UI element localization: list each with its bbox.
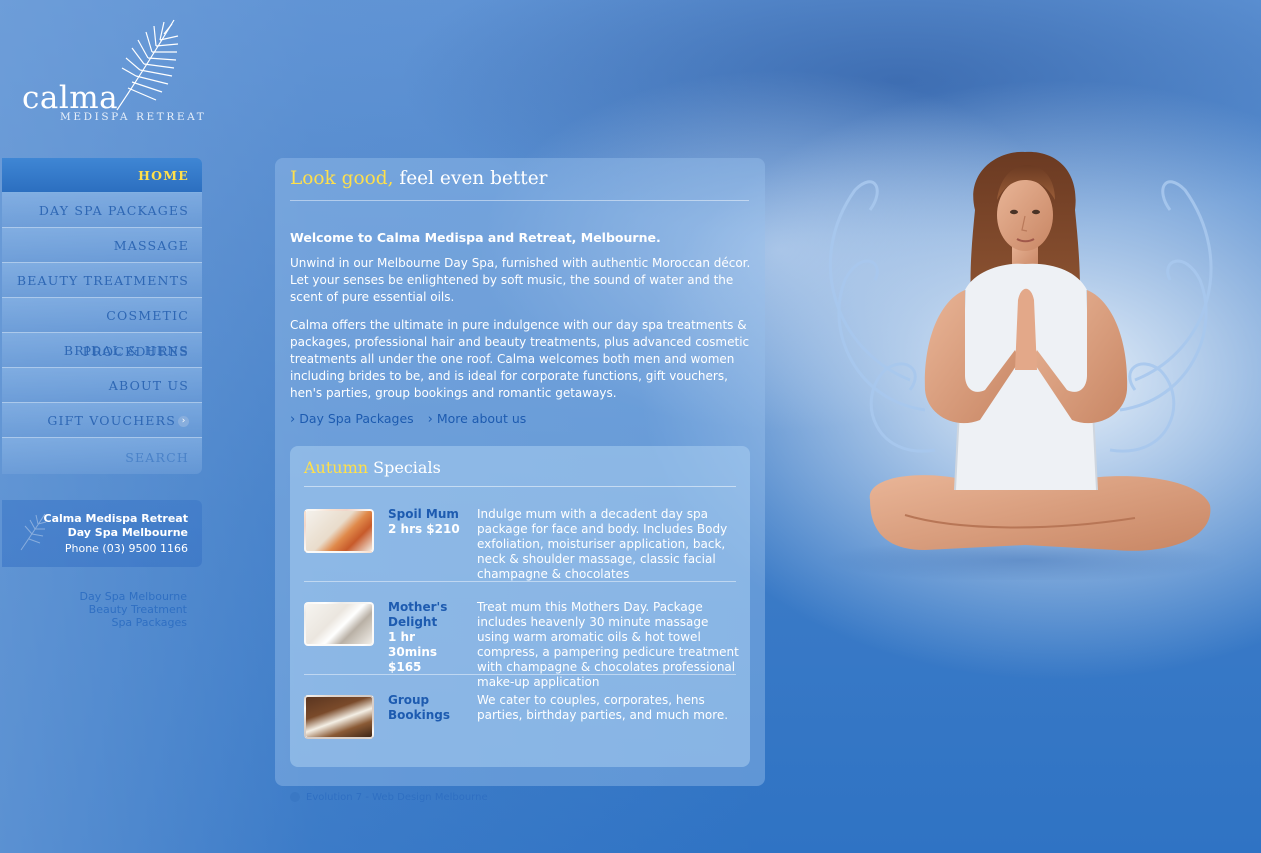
seo-link-beauty[interactable]: Beauty Treatment <box>2 603 187 616</box>
specials-title-highlight: Autumn <box>304 458 369 477</box>
nav-home[interactable]: HOME <box>2 158 202 193</box>
special-description: Treat mum this Mothers Day. Package incl… <box>477 600 739 689</box>
special-description: Indulge mum with a decadent day spa pack… <box>477 507 728 581</box>
special-thumbnail[interactable] <box>304 695 374 739</box>
special-thumbnail[interactable] <box>304 509 374 553</box>
content-panel: Look good, feel even better Welcome to C… <box>275 158 765 786</box>
evolution7-logo-icon <box>290 792 300 802</box>
divider <box>304 486 736 487</box>
page-title: Look good, feel even better <box>290 168 548 189</box>
day-spa-packages-link-label: Day Spa Packages <box>299 411 414 426</box>
nav-search[interactable]: SEARCH <box>2 438 202 474</box>
special-price: 1 hr 30mins $165 <box>388 630 438 674</box>
special-name[interactable]: Spoil Mum 2 hrs $210 <box>388 507 468 537</box>
footer-credit-label: Evolution 7 - Web Design Melbourne <box>306 792 488 803</box>
specials-title-rest: Specials <box>368 458 441 477</box>
leaf-icon <box>116 19 179 111</box>
divider <box>304 581 736 582</box>
more-about-us-link[interactable]: › More about us <box>427 411 527 427</box>
special-price: 2 hrs $210 <box>388 522 460 536</box>
title-rest: feel even better <box>393 168 548 189</box>
divider <box>304 674 736 675</box>
welcome-heading: Welcome to Calma Medispa and Retreat, Me… <box>290 230 661 245</box>
nav-bridal-hens[interactable]: BRIDAL & HENS <box>2 333 202 368</box>
special-name-label: Spoil Mum <box>388 507 459 521</box>
special-name-label: Mother's Delight <box>388 600 448 629</box>
offer-paragraph: Calma offers the ultimate in pure indulg… <box>290 318 750 400</box>
nav-gift-vouchers[interactable]: GIFT VOUCHERS › <box>2 403 202 438</box>
leaf-icon <box>20 513 47 551</box>
specials-title: Autumn Specials <box>304 458 441 477</box>
special-description: We cater to couples, corporates, hens pa… <box>477 693 729 722</box>
nav-beauty-treatments[interactable]: BEAUTY TREATMENTS <box>2 263 202 298</box>
nav-massage[interactable]: MASSAGE <box>2 228 202 263</box>
footer-credit[interactable]: Evolution 7 - Web Design Melbourne <box>290 792 488 803</box>
special-name[interactable]: Group Bookings <box>388 693 468 723</box>
divider <box>290 200 749 201</box>
yoga-woman-image <box>825 151 1225 580</box>
title-highlight: Look good, <box>290 168 394 189</box>
special-name-label: Group Bookings <box>388 693 451 722</box>
logo-tagline: MEDISPA RETREAT <box>60 111 207 123</box>
intro-paragraph: Unwind in our Melbourne Day Spa, furnish… <box>290 256 751 304</box>
quick-links: › Day Spa Packages › More about us <box>290 411 536 427</box>
more-about-us-link-label: More about us <box>436 411 527 426</box>
special-name[interactable]: Mother's Delight 1 hr 30mins $165 <box>388 600 468 675</box>
seo-link-packages[interactable]: Spa Packages <box>2 616 187 629</box>
logo[interactable]: calma MEDISPA RETREAT <box>20 18 210 128</box>
special-thumbnail[interactable] <box>304 602 374 646</box>
seo-link-day-spa[interactable]: Day Spa Melbourne <box>2 590 188 603</box>
nav-day-spa-packages[interactable]: DAY SPA PACKAGES <box>2 193 202 228</box>
day-spa-packages-link[interactable]: › Day Spa Packages <box>290 411 414 427</box>
arrow-right-icon: › <box>178 416 189 427</box>
specials-box: Autumn Specials Spoil Mum 2 hrs $210 Indu… <box>290 446 750 767</box>
nav-about-us[interactable]: ABOUT US <box>2 368 202 403</box>
nav-cosmetic-procedures[interactable]: COSMETIC PROCEDURES <box>2 298 202 359</box>
chevron-right-icon: › <box>290 412 296 427</box>
chevron-right-icon: › <box>427 412 433 427</box>
contact-box: Calma Medispa Retreat Day Spa Melbourne … <box>2 500 202 567</box>
main-nav: HOME DAY SPA PACKAGES MASSAGE BEAUTY TRE… <box>2 158 202 474</box>
seo-links: Day Spa Melbourne Beauty Treatment Spa P… <box>2 590 188 629</box>
nav-gift-vouchers-label: GIFT VOUCHERS <box>47 413 176 428</box>
